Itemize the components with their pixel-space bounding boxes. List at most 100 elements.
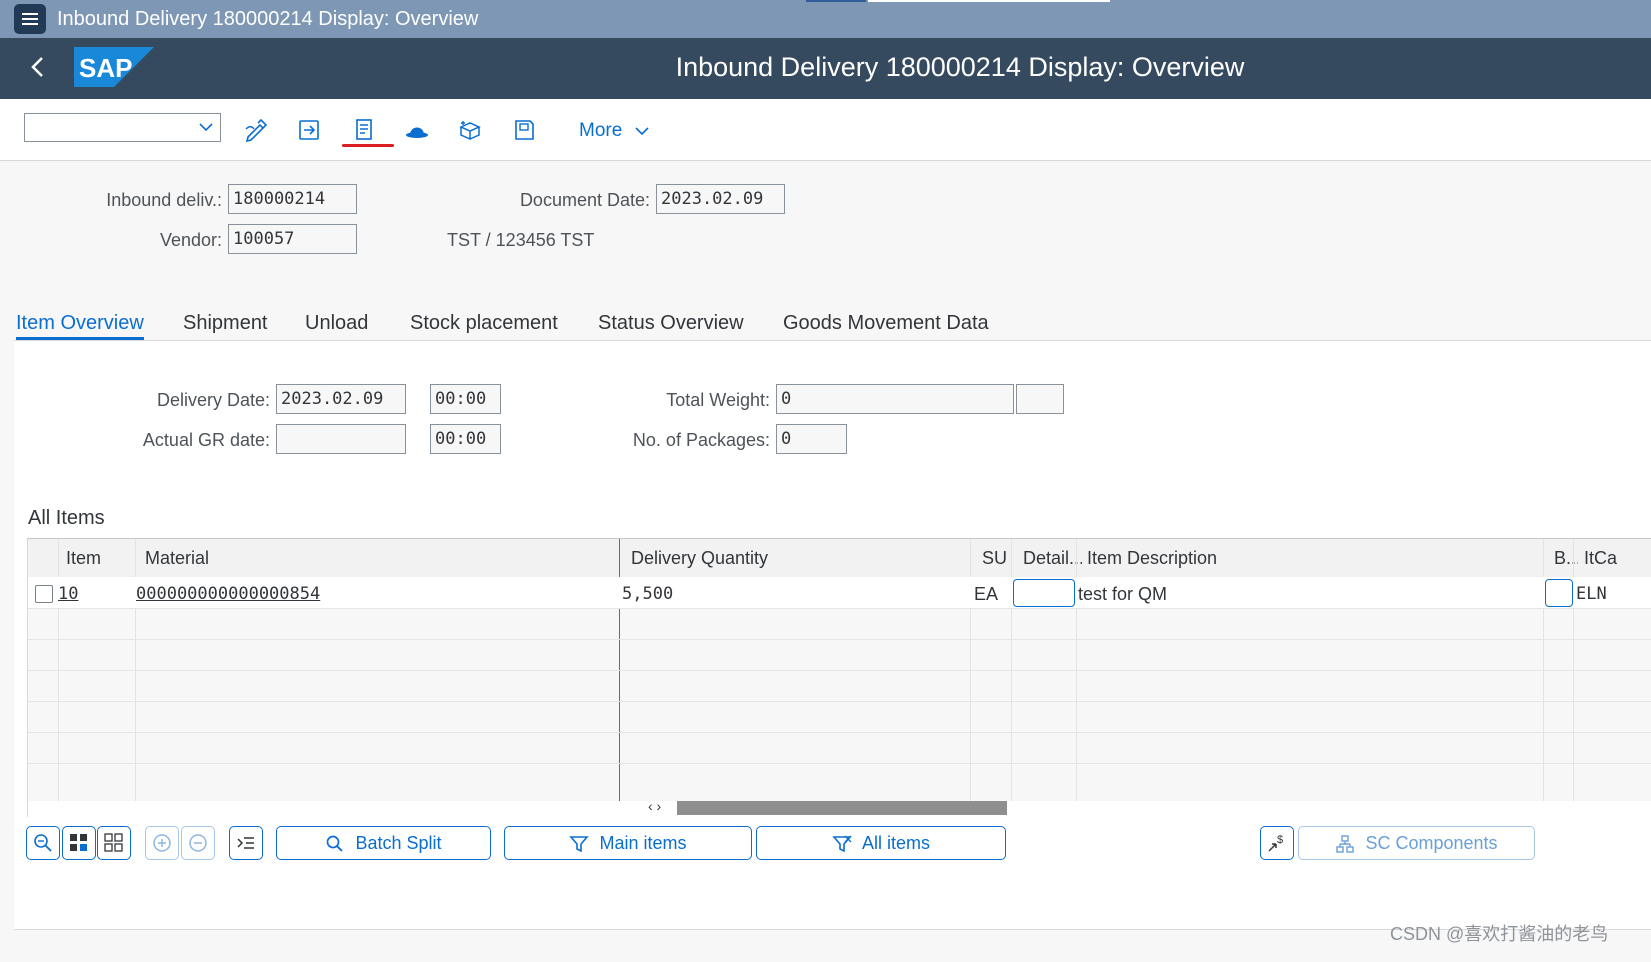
batch-split-label: Batch Split [355, 833, 442, 853]
col-item[interactable]: Item [60, 539, 140, 577]
row-select-checkbox[interactable] [35, 585, 53, 603]
edit-icon[interactable] [243, 117, 269, 143]
svg-text:SAP: SAP [79, 53, 132, 83]
all-items-title: All Items [28, 507, 105, 529]
zoom-details-button[interactable] [26, 826, 60, 860]
row-divider [28, 763, 1651, 764]
row-divider [28, 670, 1651, 671]
command-dropdown[interactable] [24, 113, 221, 142]
vendor-field[interactable]: 100057 [228, 224, 357, 254]
main-items-button[interactable]: Main items [504, 826, 752, 860]
row-divider [28, 608, 1651, 609]
deselect-all-button[interactable] [97, 826, 131, 860]
hat-icon[interactable] [404, 117, 430, 143]
col-itca[interactable]: ItCa [1578, 539, 1651, 577]
su-value: EA [974, 584, 999, 604]
plus-circle-icon [153, 834, 171, 852]
gr-time-field[interactable]: 00:00 [430, 424, 501, 454]
scheduling-button[interactable]: $ [1260, 826, 1294, 860]
all-items-button[interactable]: All items [756, 826, 1006, 860]
gr-date-label: Actual GR date: [142, 430, 270, 450]
more-button[interactable]: More [579, 120, 650, 142]
batch-split-button[interactable]: Batch Split [276, 826, 491, 860]
delivery-time-field[interactable]: 00:00 [430, 384, 501, 414]
document-date-label: Document Date: [519, 190, 650, 210]
document-date-field[interactable]: 2023.02.09 [656, 184, 785, 214]
row-divider [28, 701, 1651, 702]
inbound-delivery-label: Inbound deliv.: [106, 190, 222, 210]
menu-icon[interactable] [14, 4, 46, 34]
gr-date-field[interactable] [276, 424, 406, 454]
document-icon[interactable] [351, 117, 377, 143]
delivery-date-field[interactable]: 2023.02.09 [276, 384, 406, 414]
window-title: Inbound Delivery 180000214 Display: Over… [57, 8, 479, 30]
packages-field[interactable]: 0 [776, 424, 847, 454]
delete-row-button[interactable] [181, 826, 215, 860]
page-title: Inbound Delivery 180000214 Display: Over… [675, 52, 1245, 82]
total-weight-field[interactable]: 0 [776, 384, 1014, 414]
tab-goods-movement-data[interactable]: Goods Movement Data [783, 312, 989, 335]
tab-item-overview[interactable]: Item Overview [16, 312, 144, 335]
detail-input[interactable] [1013, 579, 1075, 607]
scroll-arrows-icon[interactable]: ‹ › [648, 798, 661, 814]
item-number-link[interactable]: 10 [58, 584, 78, 604]
add-row-button[interactable] [145, 826, 179, 860]
tab-unload[interactable]: Unload [305, 312, 368, 335]
col-detail[interactable]: Detail... [1017, 539, 1082, 577]
indent-list-icon [237, 837, 254, 849]
print-preview-icon[interactable] [511, 117, 537, 143]
itca-value: ELN [1576, 584, 1607, 604]
row-divider [28, 732, 1651, 733]
money-flow-icon: $ [1268, 834, 1283, 852]
weight-unit-field[interactable] [1016, 384, 1064, 414]
minus-circle-icon [189, 834, 207, 852]
shell-bar: SAP Inbound Delivery 180000214 Display: … [0, 38, 1651, 99]
filter-remove-icon [832, 835, 852, 853]
col-material[interactable]: Material [139, 539, 539, 577]
total-weight-label: Total Weight: [666, 390, 770, 410]
vendor-label: Vendor: [159, 230, 222, 250]
active-tab-indicator [16, 337, 144, 340]
back-icon[interactable] [28, 52, 48, 88]
sc-components-button[interactable]: SC Components [1298, 826, 1535, 860]
hierarchy-icon [1336, 835, 1355, 853]
more-label: More [579, 120, 623, 141]
deselect-all-icon [104, 833, 123, 852]
vendor-name: TST / 123456 TST [447, 230, 595, 250]
zoom-icon [34, 834, 52, 852]
highlight-underline [342, 144, 394, 147]
delivery-quantity-value: 5,500 [622, 584, 674, 604]
inbound-delivery-field[interactable]: 180000214 [228, 184, 357, 214]
delivery-date-label: Delivery Date: [156, 390, 270, 410]
toolbar: More [0, 99, 1651, 161]
insert-item-button[interactable] [229, 826, 263, 860]
window-title-bar: Inbound Delivery 180000214 Display: Over… [0, 0, 1651, 38]
sc-components-label: SC Components [1365, 833, 1498, 853]
window-strip [868, 0, 1110, 2]
sap-logo: SAP [74, 47, 154, 87]
chevron-down-icon [635, 127, 649, 136]
all-items-label: All items [861, 833, 930, 853]
item-description-value: test for QM [1078, 584, 1168, 604]
col-item-description[interactable]: Item Description [1081, 539, 1581, 577]
filter-icon [569, 836, 590, 853]
tab-status-overview[interactable]: Status Overview [598, 312, 744, 335]
col-su[interactable]: SU [976, 539, 1016, 577]
display-change-icon[interactable] [296, 117, 322, 143]
window-strip [806, 0, 866, 2]
select-all-icon [70, 834, 87, 851]
col-delivery-quantity[interactable]: Delivery Quantity [625, 539, 975, 577]
tab-stock-placement[interactable]: Stock placement [410, 312, 558, 335]
material-link[interactable]: 000000000000000854 [136, 584, 320, 604]
items-table: Item Material Delivery Quantity SU Detai… [27, 538, 1651, 817]
package-icon[interactable] [457, 117, 483, 143]
packages-label: No. of Packages: [632, 430, 770, 450]
tab-shipment[interactable]: Shipment [183, 312, 268, 335]
chevron-down-icon [199, 123, 213, 132]
row-divider [28, 639, 1651, 640]
watermark: CSDN @喜欢打酱油的老鸟 [1390, 924, 1609, 944]
scrollbar-thumb[interactable] [677, 801, 1007, 815]
select-all-button[interactable] [62, 826, 96, 860]
svg-text:$: $ [1277, 834, 1283, 846]
b-input[interactable] [1545, 579, 1573, 607]
